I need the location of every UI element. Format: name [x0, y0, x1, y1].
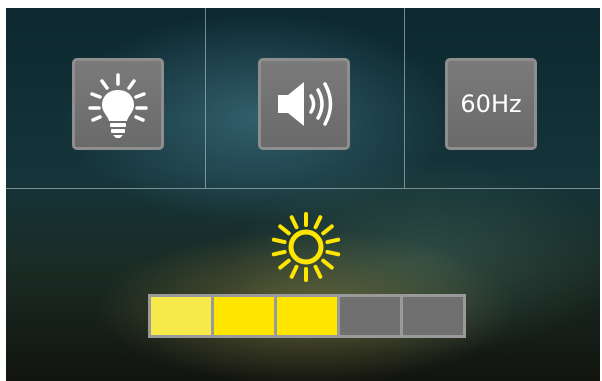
brightness-segment[interactable]: [214, 297, 274, 335]
refresh-rate-button[interactable]: 60Hz: [445, 58, 537, 150]
section-divider: [6, 188, 600, 189]
refresh-rate-label: 60Hz: [460, 90, 522, 118]
volume-button[interactable]: [258, 58, 350, 150]
brightness-segment[interactable]: [151, 297, 211, 335]
brightness-segment[interactable]: [403, 297, 463, 335]
brightness-bar[interactable]: [148, 294, 466, 338]
brightness-segment[interactable]: [277, 297, 337, 335]
column-divider: [205, 8, 206, 188]
sun-icon: [269, 210, 343, 288]
speaker-icon: [278, 82, 333, 126]
settings-screen: 60Hz: [6, 8, 600, 381]
brightness-segment[interactable]: [340, 297, 400, 335]
lightbulb-icon: [88, 73, 148, 138]
column-divider: [404, 8, 405, 188]
backlight-button[interactable]: [72, 58, 164, 150]
